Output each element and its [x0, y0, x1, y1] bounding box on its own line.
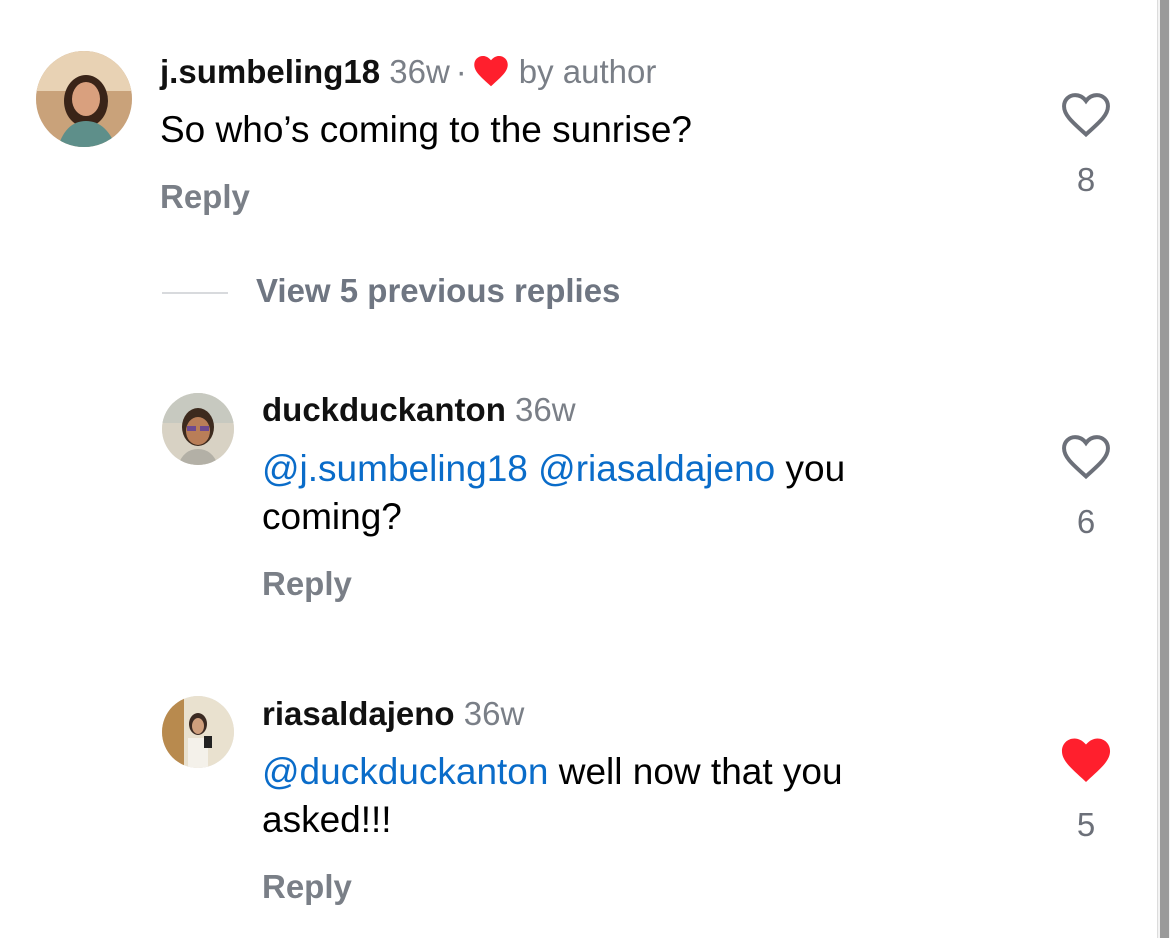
avatar[interactable]: [36, 51, 132, 147]
comment-meta: j.sumbeling18 36w · by author: [160, 52, 656, 96]
comment-text: @j.sumbeling18 @riasaldajeno you coming?: [262, 445, 962, 541]
liked-by-author-label: by author: [518, 53, 657, 90]
username[interactable]: riasaldajeno: [262, 695, 455, 732]
username[interactable]: duckduckanton: [262, 391, 506, 428]
comment-text: So who’s coming to the sunrise?: [160, 109, 693, 150]
like-column: 6: [1056, 434, 1116, 541]
scrollbar-track[interactable]: [1157, 0, 1170, 938]
mention-link[interactable]: @j.sumbeling18: [262, 448, 528, 489]
like-column: 5: [1056, 737, 1116, 844]
timestamp: 36w: [389, 53, 450, 90]
heart-outline-icon[interactable]: [1056, 92, 1116, 143]
timestamp: 36w: [463, 695, 525, 732]
heart-outline-icon[interactable]: [1056, 434, 1116, 485]
comment-text: @duckduckanton well now that you asked!!…: [262, 748, 962, 844]
reply-button[interactable]: Reply: [160, 178, 250, 216]
heart-filled-icon: [473, 55, 509, 96]
heart-filled-icon[interactable]: [1056, 737, 1116, 788]
timestamp: 36w: [515, 391, 576, 428]
scrollbar-thumb[interactable]: [1160, 0, 1169, 938]
comment-meta: duckduckanton 36w: [262, 390, 576, 430]
like-count: 5: [1076, 806, 1096, 843]
like-count: 8: [1076, 161, 1096, 198]
view-replies-label[interactable]: View 5 previous replies: [256, 272, 620, 310]
separator-dot: ·: [455, 53, 467, 90]
reply-button[interactable]: Reply: [262, 565, 352, 603]
mention-link[interactable]: @duckduckanton: [262, 751, 548, 792]
like-column: 8: [1056, 92, 1116, 199]
avatar[interactable]: [162, 696, 234, 768]
like-count: 6: [1076, 503, 1096, 540]
username[interactable]: j.sumbeling18: [160, 53, 380, 90]
reply-button[interactable]: Reply: [262, 868, 352, 906]
avatar[interactable]: [162, 393, 234, 465]
comment-meta: riasaldajeno 36w: [262, 694, 524, 734]
mention-link[interactable]: @riasaldajeno: [538, 448, 775, 489]
thread-divider: [162, 292, 228, 294]
